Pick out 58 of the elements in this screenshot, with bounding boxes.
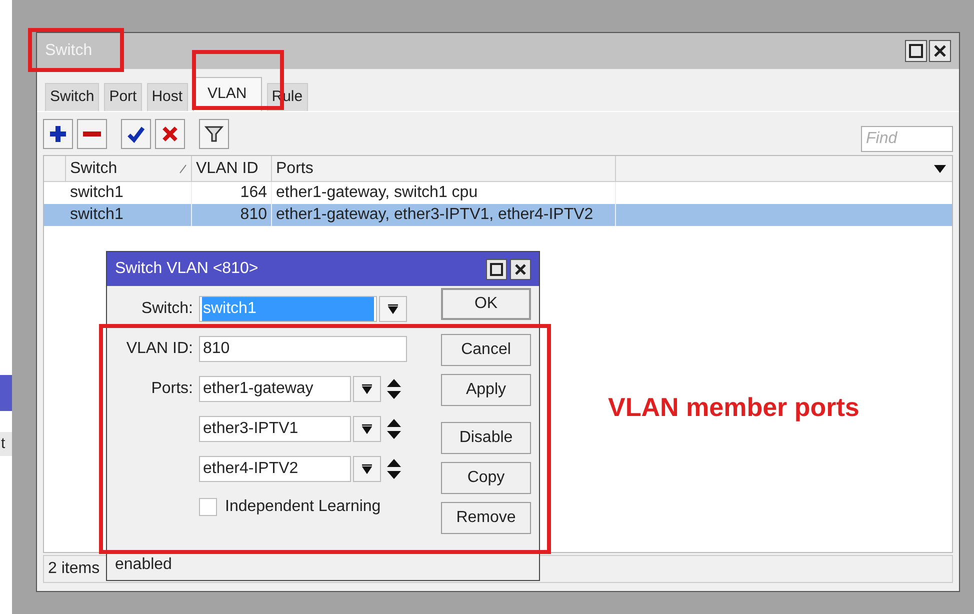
table-cell: 810: [192, 204, 272, 226]
port-field[interactable]: ether3-IPTV1: [199, 416, 351, 442]
maximize-icon: [905, 40, 927, 62]
table-row[interactable]: switch1 810 ether1-gateway, ether3-IPTV1, ether4-IPTV2: [44, 204, 952, 226]
dropdown-arrow-icon: [362, 424, 372, 434]
dialog-button[interactable]: Cancel: [441, 334, 531, 366]
up-down-arrows-icon: [387, 459, 401, 479]
status-text: 2 items: [48, 559, 100, 579]
dropdown-button[interactable]: [353, 376, 381, 402]
dialog-button[interactable]: Remove: [441, 502, 531, 534]
table-cell: ether1-gateway, ether3-IPTV1, ether4-IPTV2: [272, 204, 616, 226]
filter-icon: [204, 124, 224, 144]
dialog-button[interactable]: Apply: [441, 374, 531, 406]
dialog-button[interactable]: Copy: [441, 462, 531, 494]
annotation-text: VLAN member ports: [608, 391, 860, 424]
tab[interactable]: Switch: [45, 83, 100, 111]
tab[interactable]: Host: [146, 83, 188, 111]
status-text: enabled: [115, 554, 172, 574]
enable-button[interactable]: [121, 118, 151, 148]
dropdown-button[interactable]: [353, 416, 381, 442]
add-button[interactable]: [43, 118, 73, 148]
close-icon: [510, 258, 531, 280]
field-label: VLAN ID:: [125, 339, 194, 359]
disable-icon: [160, 124, 180, 144]
dialog-button[interactable]: Disable: [441, 422, 531, 454]
sort-icon: [179, 164, 187, 174]
dropdown-button[interactable]: [379, 296, 407, 322]
checkbox-label: Independent Learning: [225, 497, 381, 517]
dialog-button[interactable]: OK: [441, 288, 531, 320]
tab[interactable]: Port: [104, 83, 142, 111]
column-header[interactable]: Ports: [272, 156, 616, 181]
remove-icon: [83, 130, 101, 136]
column-header[interactable]: Switch: [66, 156, 192, 181]
column-header[interactable]: VLAN ID: [192, 156, 272, 181]
port-field[interactable]: ether4-IPTV2: [199, 456, 351, 482]
checkbox[interactable]: [199, 498, 217, 516]
field-label: Ports:: [150, 379, 194, 399]
dropdown-arrow-icon: [388, 304, 398, 314]
vlan-id-field[interactable]: 810: [199, 336, 407, 362]
remove-button[interactable]: [77, 118, 107, 148]
dropdown-arrow-icon: [362, 464, 372, 474]
dialog-title: Switch VLAN <810>: [115, 259, 260, 279]
filter-button[interactable]: [199, 118, 229, 148]
window-text: t: [0, 432, 12, 456]
find-field[interactable]: Find: [861, 126, 953, 152]
close-icon: [929, 40, 951, 62]
up-down-arrows-icon: [387, 419, 401, 439]
dropdown-button[interactable]: [353, 456, 381, 482]
dropdown-arrow-icon: [934, 164, 946, 172]
disable-button[interactable]: [155, 118, 185, 148]
field-label: Switch:: [140, 299, 194, 319]
dropdown-arrow-icon: [362, 384, 372, 394]
maximize-icon: [486, 258, 507, 280]
up-down-arrows-icon: [387, 379, 401, 399]
add-icon: [48, 124, 68, 144]
window-title-bar: [0, 375, 12, 411]
port-field[interactable]: ether1-gateway: [199, 376, 351, 402]
table-cell: switch1: [66, 204, 192, 226]
